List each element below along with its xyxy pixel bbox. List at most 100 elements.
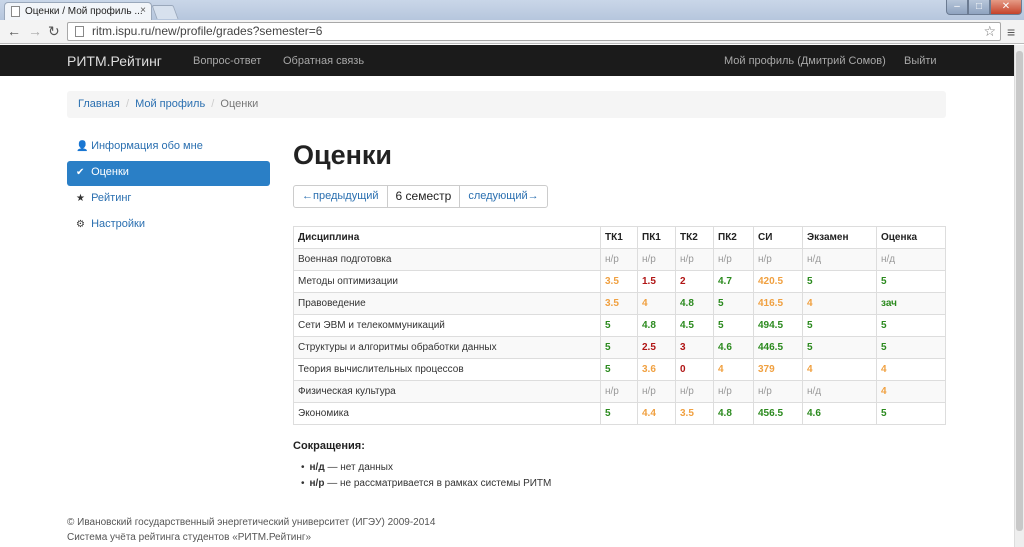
discipline-cell: Теория вычислительных процессов [293, 358, 601, 381]
browser-toolbar: ← → ↻ ritm.ispu.ru/new/profile/grades?se… [0, 20, 1024, 44]
grade-cell: н/р [600, 248, 638, 271]
grade-cell: 5 [600, 358, 638, 381]
nav-link-profile[interactable]: Мой профиль (Дмитрий Сомов) [724, 55, 886, 67]
browser-tab[interactable]: Оценки / Мой профиль ... × [4, 2, 152, 20]
address-bar[interactable]: ritm.ispu.ru/new/profile/grades?semester… [67, 22, 1001, 41]
column-header: ТК2 [675, 226, 714, 249]
user-icon: 👤 [76, 141, 89, 152]
grade-cell: 2.5 [637, 336, 676, 359]
breadcrumb-home[interactable]: Главная [78, 98, 120, 110]
grade-cell: 3.5 [675, 402, 714, 425]
discipline-cell: Структуры и алгоритмы обработки данных [293, 336, 601, 359]
grade-cell: 4.6 [802, 402, 877, 425]
page-icon [75, 26, 84, 37]
nav-link-feedback[interactable]: Обратная связь [283, 55, 364, 67]
sidebar-item-label: Настройки [91, 218, 145, 230]
grade-cell: н/р [713, 380, 754, 403]
list-item: н/д — нет данных [301, 462, 551, 478]
grade-cell: н/р [753, 248, 803, 271]
grade-cell: 5 [876, 314, 946, 337]
window-close-button[interactable]: ✕ [990, 0, 1022, 15]
abbreviations-list: н/д — нет данных н/р — не рассматриваетс… [301, 462, 552, 494]
brand-link[interactable]: РИТМ.Рейтинг [67, 53, 162, 69]
browser-menu-icon[interactable]: ≡ [1007, 24, 1015, 40]
bookmark-star-icon[interactable]: ☆ [983, 23, 996, 40]
grade-cell: 416.5 [753, 292, 803, 315]
abbr-desc: — не рассматривается в рамках системы РИ… [324, 478, 552, 489]
grade-cell: н/д [876, 248, 946, 271]
grade-cell: 4 [802, 292, 877, 315]
table-row: Методы оптимизации 3.5 1.5 2 4.7 420.5 5 5 [293, 270, 946, 293]
sidebar-nav: 👤 Информация обо мне ✔ Оценки ★ Рейтинг … [67, 135, 270, 239]
sidebar-item-settings[interactable]: ⚙ Настройки [67, 213, 270, 238]
grade-cell: н/д [802, 380, 877, 403]
breadcrumb-separator: / [125, 98, 129, 110]
grade-cell: 1.5 [637, 270, 676, 293]
prev-semester-link[interactable]: ←предыдущий [294, 186, 387, 207]
grade-cell: н/р [753, 380, 803, 403]
reload-icon[interactable]: ↻ [48, 23, 60, 39]
table-row: Физическая культура н/р н/р н/р н/р н/р н/д 4 [293, 380, 946, 403]
grade-cell: н/р [713, 248, 754, 271]
nav-link-faq[interactable]: Вопрос-ответ [193, 55, 261, 67]
table-row: Экономика 5 4.4 3.5 4.8 456.5 4.6 5 [293, 402, 946, 425]
semester-pager: ←предыдущий 6 семестр следующий→ [293, 185, 548, 208]
tab-close-icon[interactable]: × [140, 5, 146, 16]
scrollbar-thumb[interactable] [1016, 51, 1023, 531]
grade-cell: 5 [600, 336, 638, 359]
sidebar-item-label: Информация обо мне [91, 140, 203, 152]
grade-cell: 3.6 [637, 358, 676, 381]
grade-cell: 5 [802, 270, 877, 293]
footer-copyright: © Ивановский государственный энергетичес… [67, 517, 436, 528]
nav-link-logout[interactable]: Выйти [904, 55, 937, 67]
grade-cell: 4 [876, 358, 946, 381]
discipline-cell: Военная подготовка [293, 248, 601, 271]
forward-arrow-icon[interactable]: → [28, 23, 42, 39]
discipline-cell: Методы оптимизации [293, 270, 601, 293]
abbr-term: н/р [309, 478, 325, 489]
window-minimize-button[interactable]: – [946, 0, 968, 15]
grade-cell: 4.4 [637, 402, 676, 425]
breadcrumb-profile[interactable]: Мой профиль [135, 98, 205, 110]
abbr-desc: — нет данных [324, 462, 393, 473]
list-item: н/р — не рассматривается в рамках систем… [301, 478, 552, 494]
breadcrumb: Главная / Мой профиль / Оценки [67, 91, 946, 118]
grade-cell: 5 [802, 336, 877, 359]
grade-cell: 4 [637, 292, 676, 315]
grade-cell: 4.8 [713, 402, 754, 425]
page: РИТМ.Рейтинг Вопрос-ответ Обратная связь… [0, 45, 1014, 547]
grade-cell: 4.6 [713, 336, 754, 359]
grade-cell: 0 [675, 358, 714, 381]
grade-cell: 3.5 [600, 292, 638, 315]
scrollbar[interactable] [1014, 45, 1024, 547]
new-tab-button[interactable] [151, 5, 179, 19]
back-arrow-icon[interactable]: ← [7, 23, 21, 39]
footer: © Ивановский государственный энергетичес… [67, 515, 435, 545]
grades-table: Дисциплина ТК1 ПК1 ТК2 ПК2 СИ Экзамен Оц… [293, 226, 946, 425]
table-row: Теория вычислительных процессов 5 3.6 0 4 379… [293, 358, 946, 381]
grade-cell: 5 [600, 314, 638, 337]
grade-cell: 4 [802, 358, 877, 381]
table-header-row: Дисциплина ТК1 ПК1 ТК2 ПК2 СИ Экзамен Оц… [293, 226, 946, 249]
column-header: Оценка [876, 226, 946, 249]
grade-cell: 5 [600, 402, 638, 425]
next-semester-link[interactable]: следующий→ [460, 186, 546, 207]
table-row: Военная подготовка н/р н/р н/р н/р н/р н/д н/д [293, 248, 946, 271]
breadcrumb-current: Оценки [220, 98, 259, 110]
sidebar-item-info[interactable]: 👤 Информация обо мне [67, 135, 270, 160]
grade-cell: 456.5 [753, 402, 803, 425]
grade-cell: н/р [600, 380, 638, 403]
discipline-cell: Экономика [293, 402, 601, 425]
table-row: Сети ЭВМ и телекоммуникаций 5 4.8 4.5 5 494.5… [293, 314, 946, 337]
grade-cell: 5 [876, 402, 946, 425]
grade-cell: 5 [802, 314, 877, 337]
address-url: ritm.ispu.ru/new/profile/grades?semester… [92, 24, 323, 38]
grade-cell: 4 [713, 358, 754, 381]
column-header: ПК1 [637, 226, 676, 249]
sidebar-item-rating[interactable]: ★ Рейтинг [67, 187, 270, 212]
column-header: Экзамен [802, 226, 877, 249]
sidebar-item-grades[interactable]: ✔ Оценки [67, 161, 270, 186]
grade-cell: 3 [675, 336, 714, 359]
window-maximize-button[interactable]: □ [968, 0, 990, 15]
grade-cell: 4.7 [713, 270, 754, 293]
